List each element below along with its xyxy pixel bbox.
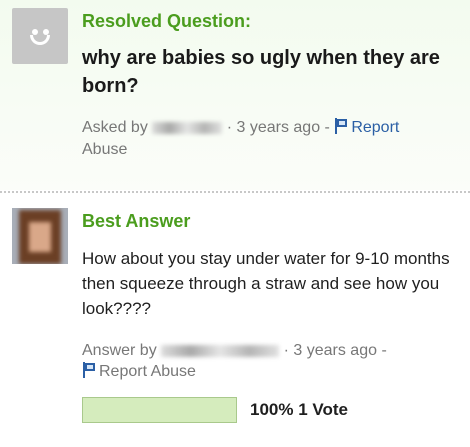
answer-by-label: Answer by [82, 342, 157, 359]
answer-time: · 3 years ago - [283, 342, 387, 359]
vote-progress-bar [82, 397, 237, 423]
vote-percent: 100% [250, 400, 294, 419]
flag-icon [334, 118, 348, 134]
question-title: why are babies so ugly when they are bor… [82, 47, 440, 97]
flag-icon [82, 362, 96, 378]
question-meta: Asked by · 3 years ago - Report [82, 117, 462, 139]
vote-progress-fill [83, 398, 236, 422]
answer-report-abuse-link[interactable]: Report Abuse [82, 361, 196, 383]
asker-username-redacted[interactable] [152, 121, 223, 134]
report-label: Report [351, 119, 400, 136]
vote-count: 1 Vote [298, 400, 348, 419]
report-abuse-link[interactable]: Report [334, 118, 400, 136]
resolved-question-heading: Resolved Question: [82, 11, 252, 31]
answerer-username-redacted[interactable] [161, 344, 280, 357]
answerer-avatar[interactable] [12, 208, 68, 264]
asked-by-label: Asked by [82, 119, 148, 136]
vote-summary: 100% 1 Vote [250, 400, 348, 420]
answer-text: How about you stay under water for 9-10 … [82, 249, 450, 318]
best-answer-heading: Best Answer [82, 211, 191, 231]
asker-avatar-icon[interactable] [12, 8, 68, 64]
section-divider [0, 191, 470, 193]
question-time: · 3 years ago - [226, 119, 330, 136]
answer-meta: Answer by · 3 years ago - [82, 340, 462, 362]
report-abuse-label: Report Abuse [99, 363, 196, 380]
avatar-smile [30, 35, 50, 45]
report-abuse-link-continued[interactable]: Abuse [82, 139, 127, 161]
